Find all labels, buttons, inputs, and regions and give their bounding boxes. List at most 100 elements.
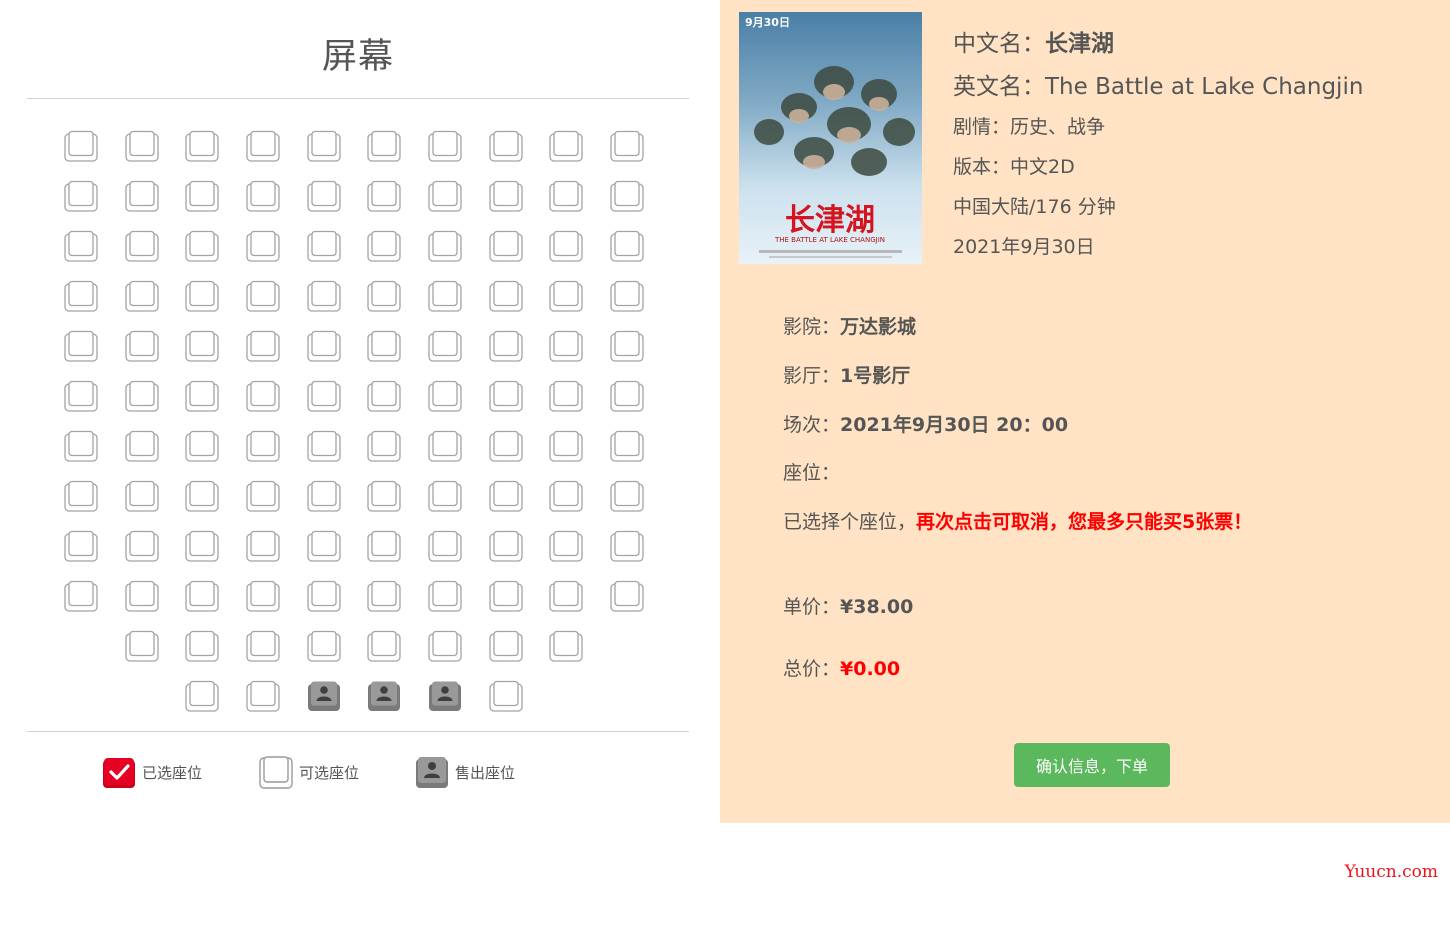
- available-seat[interactable]: [64, 530, 98, 562]
- available-seat[interactable]: [246, 480, 280, 512]
- available-seat[interactable]: [306, 230, 341, 262]
- available-seat[interactable]: [549, 480, 584, 512]
- available-seat[interactable]: [610, 380, 644, 412]
- available-seat[interactable]: [185, 230, 219, 262]
- available-seat[interactable]: [185, 130, 219, 162]
- available-seat[interactable]: [185, 580, 219, 612]
- available-seat[interactable]: [549, 280, 584, 312]
- available-seat[interactable]: [246, 130, 280, 162]
- available-seat[interactable]: [489, 130, 523, 162]
- available-seat[interactable]: [246, 280, 280, 312]
- available-seat[interactable]: [124, 530, 159, 562]
- available-seat[interactable]: [549, 180, 584, 212]
- available-seat[interactable]: [428, 230, 462, 262]
- available-seat[interactable]: [549, 330, 584, 362]
- available-seat[interactable]: [246, 630, 280, 662]
- available-seat[interactable]: [489, 480, 523, 512]
- available-seat[interactable]: [124, 330, 159, 362]
- available-seat[interactable]: [489, 530, 523, 562]
- available-seat[interactable]: [185, 330, 219, 362]
- available-seat[interactable]: [489, 230, 523, 262]
- available-seat[interactable]: [185, 630, 219, 662]
- available-seat[interactable]: [428, 180, 462, 212]
- available-seat[interactable]: [549, 130, 584, 162]
- available-seat[interactable]: [549, 630, 584, 662]
- available-seat[interactable]: [367, 380, 401, 412]
- available-seat[interactable]: [367, 430, 401, 462]
- available-seat[interactable]: [610, 430, 644, 462]
- available-seat[interactable]: [64, 230, 98, 262]
- available-seat[interactable]: [306, 130, 341, 162]
- available-seat[interactable]: [306, 280, 341, 312]
- available-seat[interactable]: [306, 530, 341, 562]
- available-seat[interactable]: [367, 180, 401, 212]
- available-seat[interactable]: [549, 380, 584, 412]
- available-seat[interactable]: [489, 380, 523, 412]
- available-seat[interactable]: [185, 530, 219, 562]
- available-seat[interactable]: [246, 530, 280, 562]
- available-seat[interactable]: [185, 180, 219, 212]
- available-seat[interactable]: [610, 280, 644, 312]
- available-seat[interactable]: [124, 380, 159, 412]
- available-seat[interactable]: [306, 480, 341, 512]
- available-seat[interactable]: [489, 280, 523, 312]
- available-seat[interactable]: [246, 580, 280, 612]
- available-seat[interactable]: [64, 380, 98, 412]
- available-seat[interactable]: [428, 280, 462, 312]
- available-seat[interactable]: [246, 680, 280, 712]
- available-seat[interactable]: [64, 280, 98, 312]
- available-seat[interactable]: [428, 330, 462, 362]
- available-seat[interactable]: [64, 330, 98, 362]
- available-seat[interactable]: [610, 580, 644, 612]
- available-seat[interactable]: [610, 180, 644, 212]
- available-seat[interactable]: [610, 480, 644, 512]
- available-seat[interactable]: [367, 130, 401, 162]
- available-seat[interactable]: [367, 280, 401, 312]
- available-seat[interactable]: [428, 580, 462, 612]
- available-seat[interactable]: [185, 480, 219, 512]
- available-seat[interactable]: [367, 230, 401, 262]
- available-seat[interactable]: [367, 530, 401, 562]
- available-seat[interactable]: [306, 180, 341, 212]
- available-seat[interactable]: [610, 530, 644, 562]
- available-seat[interactable]: [246, 430, 280, 462]
- available-seat[interactable]: [549, 580, 584, 612]
- available-seat[interactable]: [124, 580, 159, 612]
- available-seat[interactable]: [549, 530, 584, 562]
- available-seat[interactable]: [124, 630, 159, 662]
- available-seat[interactable]: [489, 430, 523, 462]
- available-seat[interactable]: [549, 430, 584, 462]
- available-seat[interactable]: [246, 230, 280, 262]
- available-seat[interactable]: [489, 580, 523, 612]
- confirm-order-button[interactable]: 确认信息，下单: [1014, 743, 1170, 787]
- available-seat[interactable]: [610, 330, 644, 362]
- available-seat[interactable]: [64, 580, 98, 612]
- available-seat[interactable]: [185, 380, 219, 412]
- available-seat[interactable]: [124, 230, 159, 262]
- available-seat[interactable]: [489, 180, 523, 212]
- available-seat[interactable]: [367, 330, 401, 362]
- available-seat[interactable]: [185, 680, 219, 712]
- available-seat[interactable]: [428, 480, 462, 512]
- available-seat[interactable]: [306, 630, 341, 662]
- available-seat[interactable]: [306, 580, 341, 612]
- available-seat[interactable]: [367, 580, 401, 612]
- available-seat[interactable]: [64, 130, 98, 162]
- available-seat[interactable]: [306, 380, 341, 412]
- available-seat[interactable]: [246, 330, 280, 362]
- available-seat[interactable]: [428, 530, 462, 562]
- available-seat[interactable]: [367, 630, 401, 662]
- available-seat[interactable]: [428, 380, 462, 412]
- available-seat[interactable]: [185, 280, 219, 312]
- available-seat[interactable]: [124, 480, 159, 512]
- available-seat[interactable]: [306, 430, 341, 462]
- available-seat[interactable]: [489, 680, 523, 712]
- available-seat[interactable]: [428, 130, 462, 162]
- available-seat[interactable]: [246, 180, 280, 212]
- available-seat[interactable]: [124, 430, 159, 462]
- available-seat[interactable]: [610, 130, 644, 162]
- available-seat[interactable]: [428, 430, 462, 462]
- available-seat[interactable]: [367, 480, 401, 512]
- available-seat[interactable]: [489, 330, 523, 362]
- available-seat[interactable]: [64, 180, 98, 212]
